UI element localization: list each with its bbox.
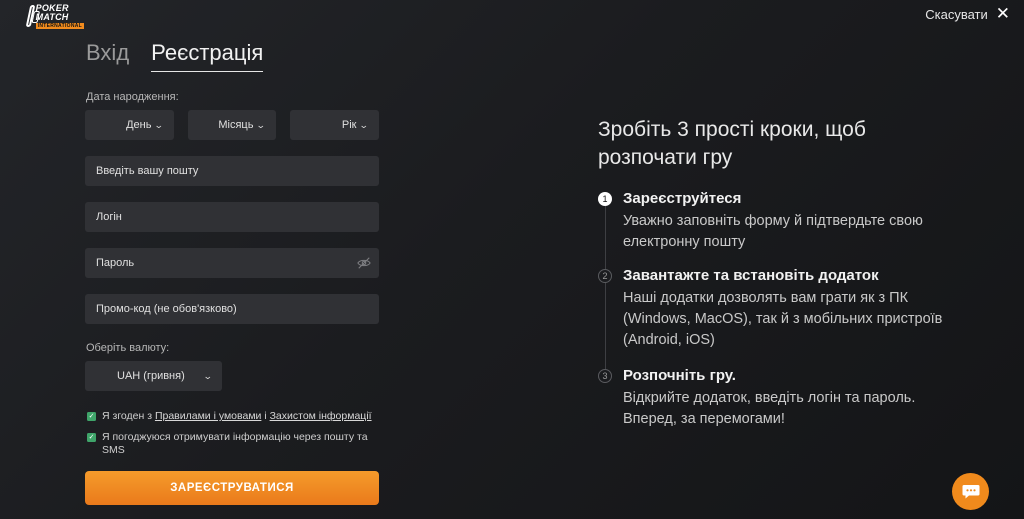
- step-title: Розпочніть гру.: [623, 367, 736, 384]
- logo-word-match: MATCH: [35, 11, 69, 22]
- email-placeholder: Введіть вашу пошту: [96, 165, 199, 177]
- password-placeholder: Пароль: [96, 257, 135, 269]
- chat-bubble-icon: [962, 484, 979, 498]
- terms-consent: ✓ Я згоден з Правилами і умовами і Захис…: [87, 410, 387, 423]
- auth-tabs: Вхід Реєстрація: [86, 40, 264, 72]
- step-number: 2: [598, 269, 612, 283]
- logo-word-international: INTERNATIONAL: [35, 22, 84, 29]
- privacy-link[interactable]: Захистом інформації: [270, 410, 372, 422]
- tab-register[interactable]: Реєстрація: [151, 40, 264, 72]
- password-field[interactable]: Пароль: [85, 248, 379, 278]
- promo-code-field[interactable]: Промо-код (не обов'язково): [85, 294, 379, 324]
- close-icon[interactable]: ✕: [996, 5, 1010, 22]
- day-select-value: День: [126, 119, 152, 131]
- step-title: Завантажте та встановіть додаток: [623, 267, 879, 284]
- eye-slash-icon[interactable]: [357, 256, 371, 270]
- step-description: Уважно заповніть форму й підтвердьте сво…: [623, 213, 923, 250]
- year-select-value: Рік: [341, 119, 357, 131]
- step-description: Наші додатки дозволять вам грати як з ПК…: [623, 290, 943, 348]
- cancel-button[interactable]: Скасувати ✕: [925, 5, 1010, 22]
- day-select[interactable]: День ⌄: [85, 110, 174, 140]
- month-select[interactable]: Місяць ⌄: [188, 110, 276, 140]
- cancel-label: Скасувати: [925, 6, 988, 22]
- currency-select[interactable]: UAH (гривня) ⌄: [85, 361, 222, 391]
- chevron-down-icon: ⌄: [203, 370, 214, 381]
- month-select-value: Місяць: [218, 119, 254, 131]
- email-field[interactable]: Введіть вашу пошту: [85, 156, 379, 186]
- chat-button[interactable]: [952, 473, 989, 510]
- step-title: Зареєструйтеся: [623, 190, 742, 207]
- chevron-down-icon: ⌄: [359, 119, 370, 130]
- currency-select-value: UAH (гривня): [117, 370, 185, 382]
- newsletter-consent: ✓ Я погоджуюся отримувати інформацію чер…: [87, 431, 379, 457]
- step-number: 1: [598, 192, 612, 206]
- register-button[interactable]: ЗАРЕЄСТРУВАТИСЯ: [85, 471, 379, 505]
- step-description: Відкрийте додаток, введіть логін та паро…: [623, 390, 916, 427]
- step-number: 3: [598, 369, 612, 383]
- steps-connector: [605, 203, 606, 373]
- tab-login[interactable]: Вхід: [86, 40, 129, 69]
- newsletter-text: Я погоджуюся отримувати інформацію через…: [102, 431, 368, 456]
- login-placeholder: Логін: [96, 211, 122, 223]
- logo-mark-icon: [25, 5, 35, 27]
- terms-checkbox[interactable]: ✓: [87, 412, 96, 421]
- chevron-down-icon: ⌄: [154, 119, 165, 130]
- steps-headline: Зробіть 3 прості кроки, щоб розпочати гр…: [598, 118, 866, 169]
- chevron-down-icon: ⌄: [256, 119, 267, 130]
- birth-date-label: Дата народження:: [86, 91, 179, 103]
- currency-label: Оберіть валюту:: [86, 342, 170, 354]
- terms-link[interactable]: Правилами і умовами: [155, 410, 261, 422]
- promo-placeholder: Промо-код (не обов'язково): [96, 303, 237, 315]
- terms-text: Я згоден з Правилами і умовами і Захисто…: [102, 410, 372, 422]
- login-field[interactable]: Логін: [85, 202, 379, 232]
- year-select[interactable]: Рік ⌄: [290, 110, 379, 140]
- brand-logo[interactable]: POKER MATCH INTERNATIONAL: [25, 3, 84, 29]
- newsletter-checkbox[interactable]: ✓: [87, 433, 96, 442]
